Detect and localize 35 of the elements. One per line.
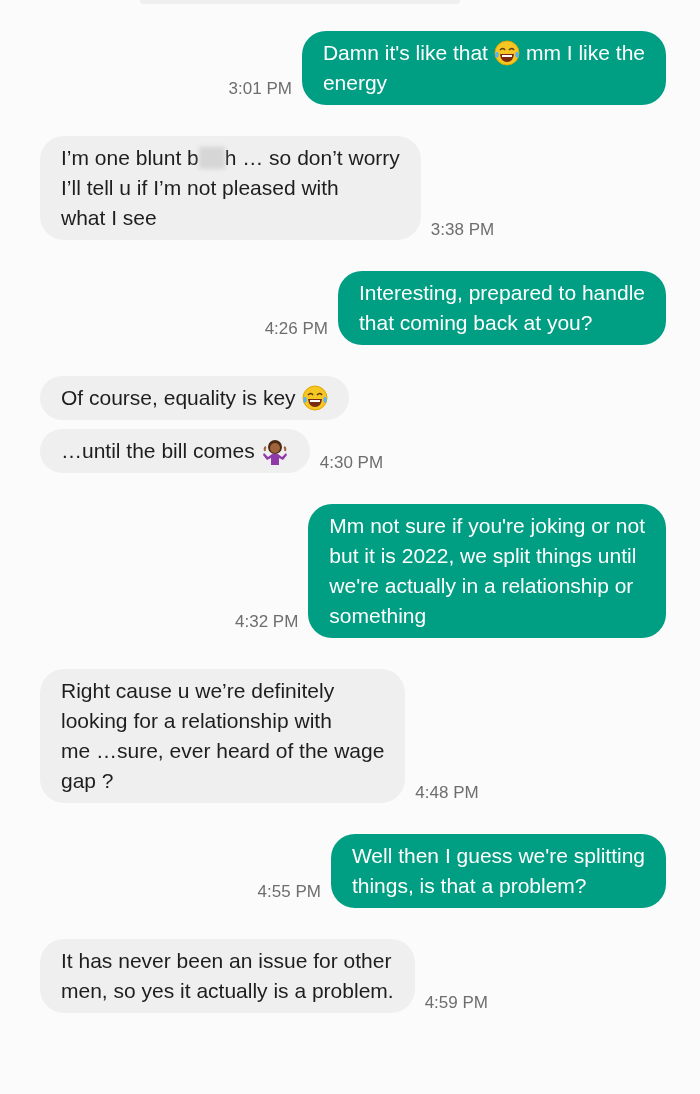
message-text: looking for a relationship with [61, 708, 332, 734]
timestamp: 4:26 PM [264, 317, 328, 340]
message-text: gap ? [61, 768, 114, 794]
message-text: things, is that a problem? [351, 873, 587, 899]
laughing-face-icon [493, 40, 520, 66]
message-text: Well then I guess we're splitting [351, 843, 645, 869]
message-text: but it is 2022, we split things until [329, 543, 637, 569]
message-text: what I see [61, 205, 157, 231]
message-text: Mm not sure if you're joking or not [329, 513, 645, 539]
message-text: Of course, equality is key [61, 385, 296, 411]
message-text: mm I like the [525, 40, 645, 66]
timestamp: 3:38 PM [430, 218, 495, 241]
message-text: energy [322, 70, 388, 96]
timestamp: 4:59 PM [424, 991, 488, 1014]
shrugging-person-icon [260, 437, 289, 465]
message-text: It has never been an issue for other [61, 948, 392, 974]
message-text: I’m one blunt b [61, 145, 199, 171]
message-text: I’ll tell u if I’m not pleased with [61, 175, 339, 201]
timestamp: 4:32 PM [235, 610, 299, 633]
timestamp: 4:30 PM [319, 451, 384, 474]
message-text: Damn it's like that [322, 40, 488, 66]
message-text: we're actually in a relationship or [329, 573, 634, 599]
message-text: me …sure, ever heard of the wage [61, 738, 385, 764]
timestamp: 4:55 PM [257, 880, 321, 903]
timestamp: 4:48 PM [415, 781, 479, 804]
censor-blur [198, 147, 225, 169]
laughing-face-icon [301, 385, 328, 411]
timestamp: 3:01 PM [228, 77, 292, 100]
message-text: something [329, 603, 427, 629]
message-text: Interesting, prepared to handle [358, 280, 645, 306]
message-text: men, so yes it actually is a problem. [61, 978, 394, 1004]
message-text: Right cause u we’re definitely [61, 678, 335, 704]
message-text: that coming back at you? [358, 310, 593, 336]
message-text: h … so don’t worry [224, 145, 400, 171]
message-text: …until the bill comes [61, 438, 255, 464]
